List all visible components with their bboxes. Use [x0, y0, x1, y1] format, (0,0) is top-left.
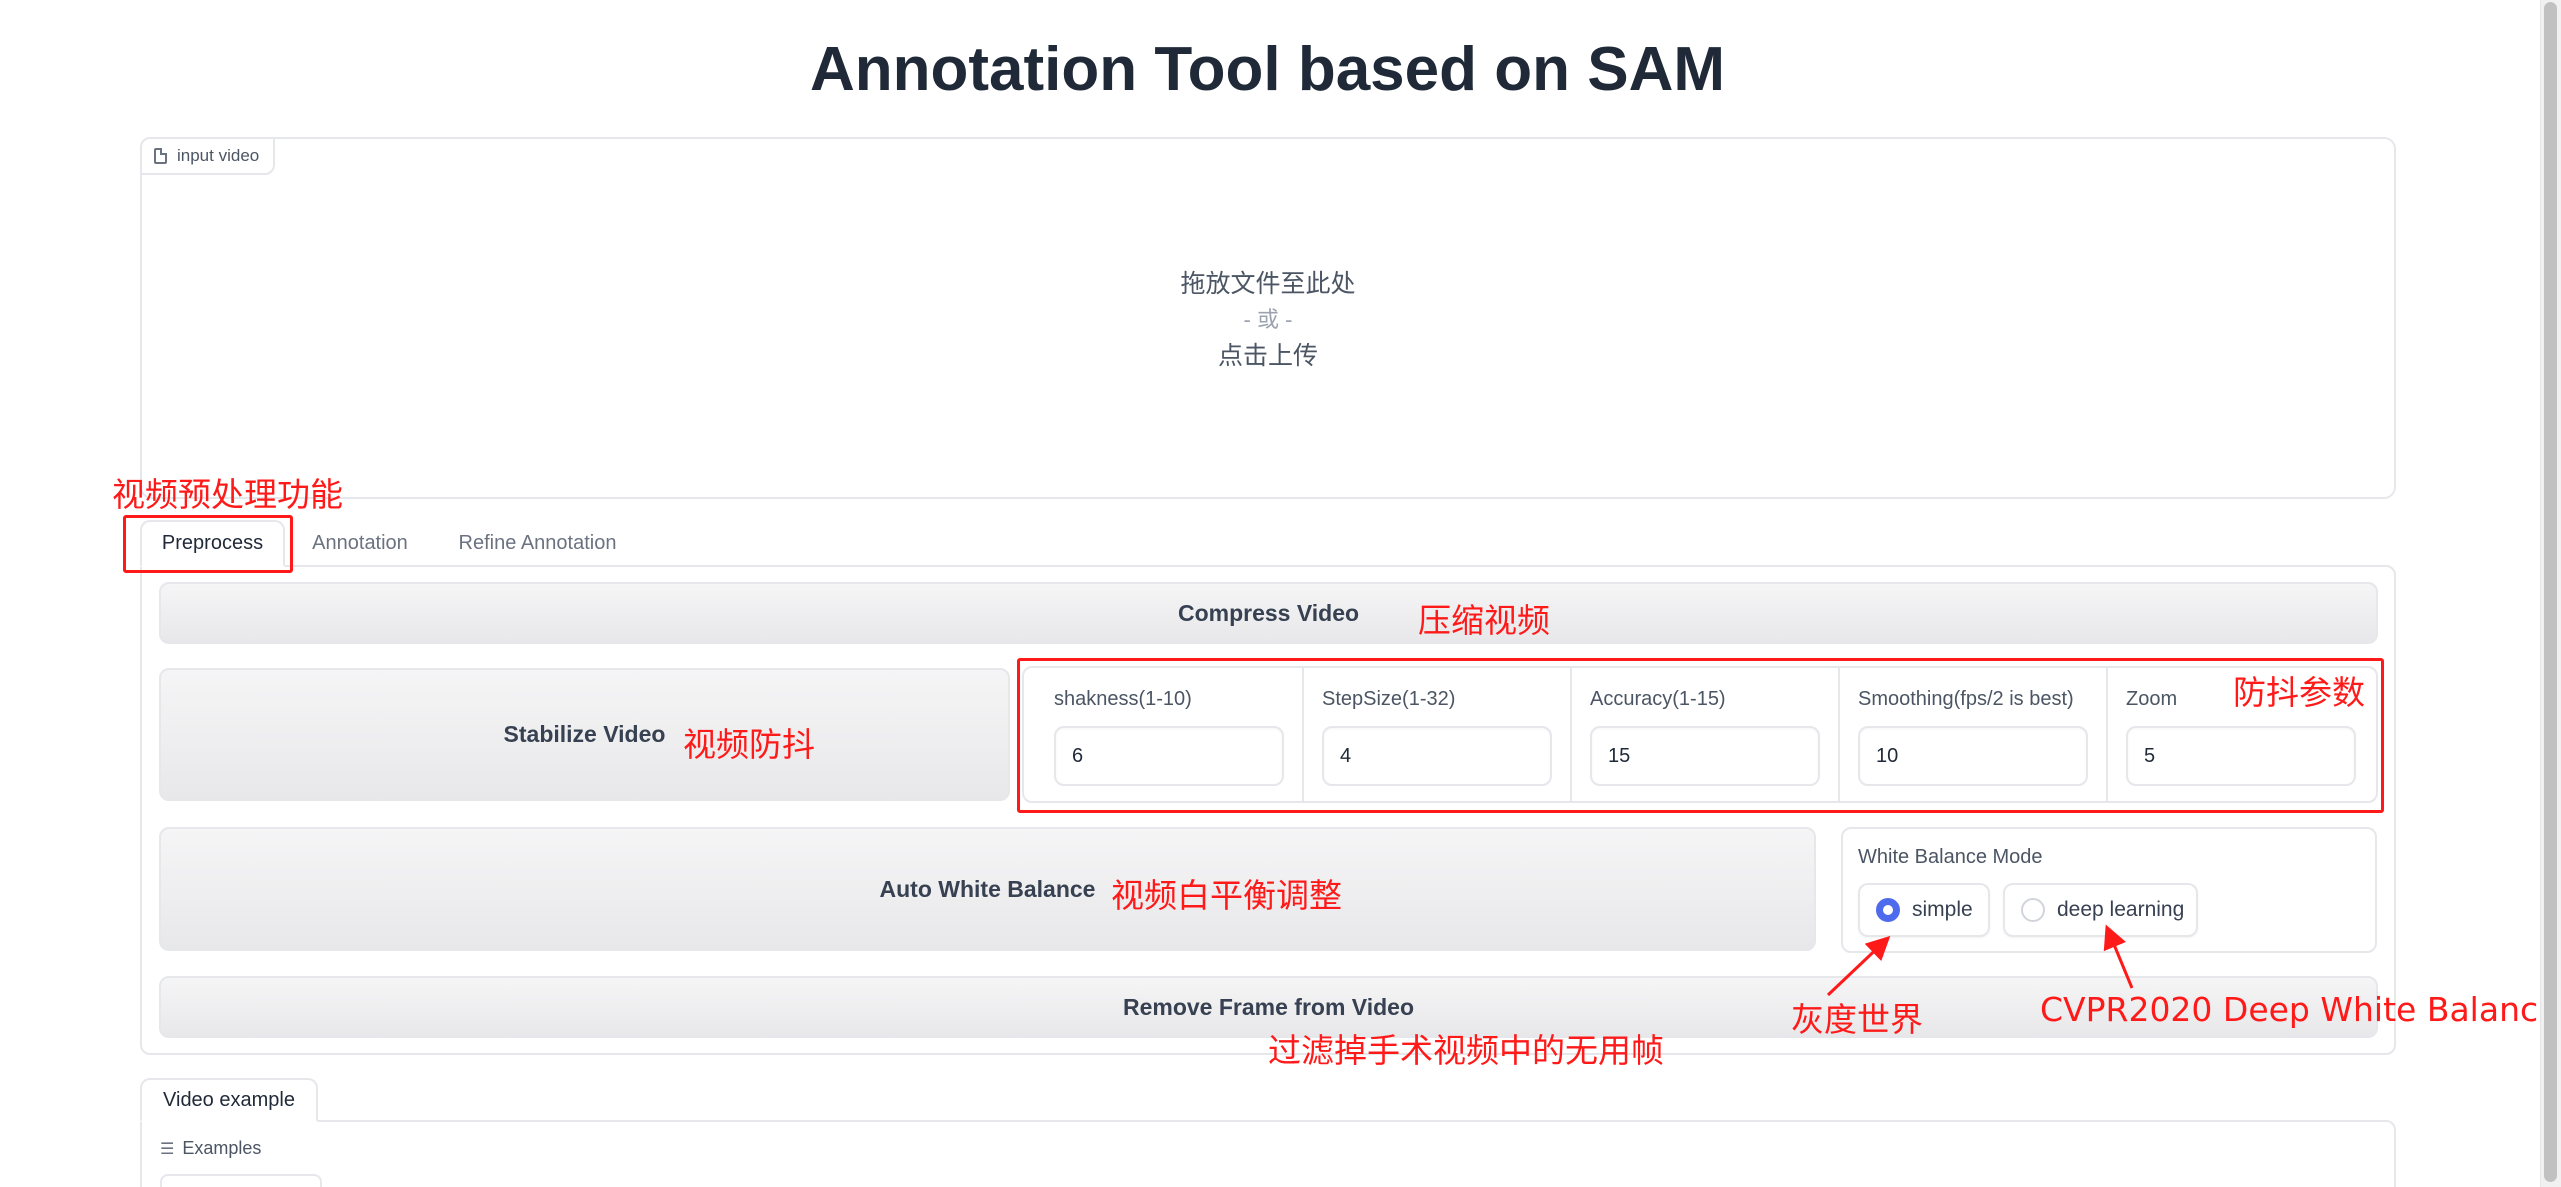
arrow-to-simple	[1826, 935, 1891, 997]
arrow-to-deep-learning	[2103, 924, 2134, 989]
annotation-arrows	[1826, 924, 2134, 997]
scrollbar-thumb[interactable]	[2544, 2, 2557, 1182]
